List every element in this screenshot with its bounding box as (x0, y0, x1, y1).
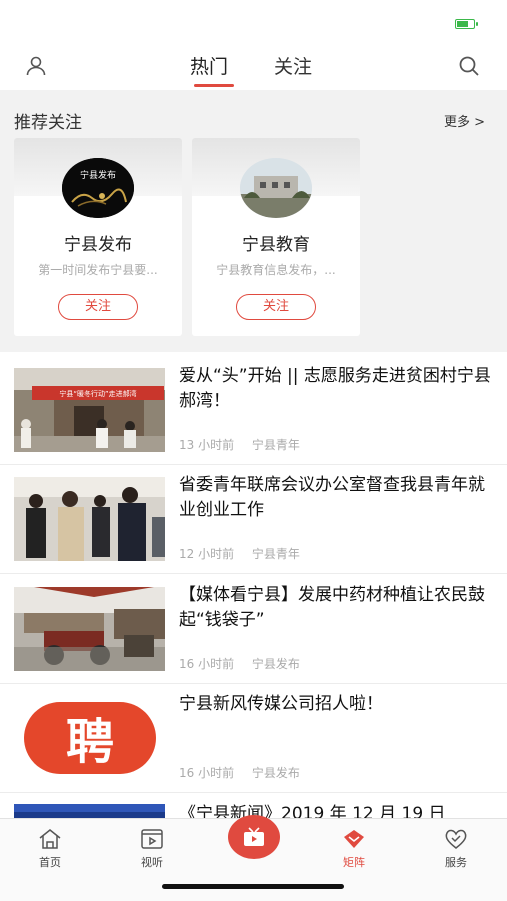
news-meta: 16 小时前 宁县发布 (179, 764, 314, 781)
news-item[interactable]: 宁县“暖冬行动”走进郝湾 爱从“头”开始 || 志愿服务走进贫困村宁县郝湾！ 1… (0, 356, 507, 465)
heart-icon (445, 829, 467, 849)
news-meta: 13 小时前 宁县青年 (179, 436, 314, 453)
news-time: 16 小时前 (179, 766, 235, 780)
nav-label: 视听 (141, 856, 163, 869)
tab-hot[interactable]: 热门 (190, 52, 228, 82)
news-item[interactable]: 聘 宁县新风传媒公司招人啦！ 16 小时前 宁县发布 (0, 684, 507, 793)
nav-item-home[interactable]: 首页 (20, 827, 80, 870)
search-icon[interactable] (457, 54, 481, 78)
news-item[interactable]: 省委青年联席会议办公室督查我县青年就业创业工作 12 小时前 宁县青年 (0, 465, 507, 574)
divider (0, 573, 507, 574)
recommend-card[interactable]: 宁县教育 宁县教育信息发布，... 关注 (192, 138, 360, 336)
news-title: 【媒体看宁县】发展中药材种植让农民鼓起“钱袋子” (179, 585, 485, 630)
news-item[interactable]: 【媒体看宁县】发展中药材种植让农民鼓起“钱袋子” 16 小时前 宁县发布 (0, 575, 507, 684)
battery-icon (455, 19, 478, 29)
status-bar (0, 0, 507, 40)
user-icon[interactable] (24, 54, 48, 78)
news-time: 16 小时前 (179, 657, 235, 671)
home-icon (39, 829, 61, 849)
active-tab-indicator (194, 84, 234, 87)
nav-item-service[interactable]: 服务 (426, 827, 486, 870)
nav-item-media[interactable]: 视听 (122, 827, 182, 870)
news-thumbnail (14, 477, 165, 561)
news-source: 宁县发布 (251, 657, 300, 671)
news-thumbnail: 宁县“暖冬行动”走进郝湾 (14, 368, 165, 452)
news-title: 宁县新风传媒公司招人啦！ (179, 694, 383, 714)
card-desc: 宁县教育信息发布，... (216, 263, 336, 277)
nav-label: 服务 (445, 856, 467, 869)
tab-follow[interactable]: 关注 (274, 52, 312, 82)
news-thumbnail: 聘 (14, 696, 165, 780)
banner-text: 宁县“暖冬行动”走进郝湾 (59, 389, 136, 398)
avatar: 宁县发布 (62, 158, 134, 218)
recommend-title: 推荐关注 (14, 113, 82, 133)
top-header: 热门 关注 (0, 40, 507, 90)
card-name: 宁县发布 (64, 235, 132, 255)
news-time: 13 小时前 (179, 438, 235, 452)
news-title: 爱从“头”开始 || 志愿服务走进贫困村宁县郝湾！ (179, 366, 491, 411)
news-source: 宁县青年 (251, 438, 300, 452)
news-title: 省委青年联席会议办公室督查我县青年就业创业工作 (179, 475, 485, 520)
nav-item-matrix[interactable]: 矩阵 (324, 827, 384, 870)
nav-label: 首页 (39, 856, 61, 869)
home-indicator (162, 884, 344, 889)
more-link[interactable]: 更多 > (444, 111, 485, 130)
recruit-logo-text: 聘 (66, 714, 114, 770)
divider (0, 792, 507, 793)
follow-button[interactable]: 关注 (58, 294, 138, 320)
center-tv-button[interactable] (228, 815, 280, 859)
card-name: 宁县教育 (242, 235, 310, 255)
news-thumbnail (14, 587, 165, 671)
news-meta: 16 小时前 宁县发布 (179, 655, 314, 672)
card-desc: 第一时间发布宁县要... (38, 263, 158, 277)
recommend-section: 推荐关注 更多 > 宁县发布 宁县发布 第一时间发布宁县要... 关注 宁县教育… (0, 90, 507, 352)
tv-icon (244, 827, 264, 846)
news-source: 宁县发布 (251, 766, 300, 780)
news-meta: 12 小时前 宁县青年 (179, 545, 314, 562)
news-source: 宁县青年 (251, 547, 300, 561)
nav-label: 矩阵 (343, 856, 365, 869)
play-icon (141, 829, 163, 849)
matrix-icon (344, 830, 364, 848)
recommend-card[interactable]: 宁县发布 宁县发布 第一时间发布宁县要... 关注 (14, 138, 182, 336)
avatar-logo-text: 宁县发布 (80, 169, 116, 181)
avatar (240, 158, 312, 218)
follow-button[interactable]: 关注 (236, 294, 316, 320)
news-time: 12 小时前 (179, 547, 235, 561)
